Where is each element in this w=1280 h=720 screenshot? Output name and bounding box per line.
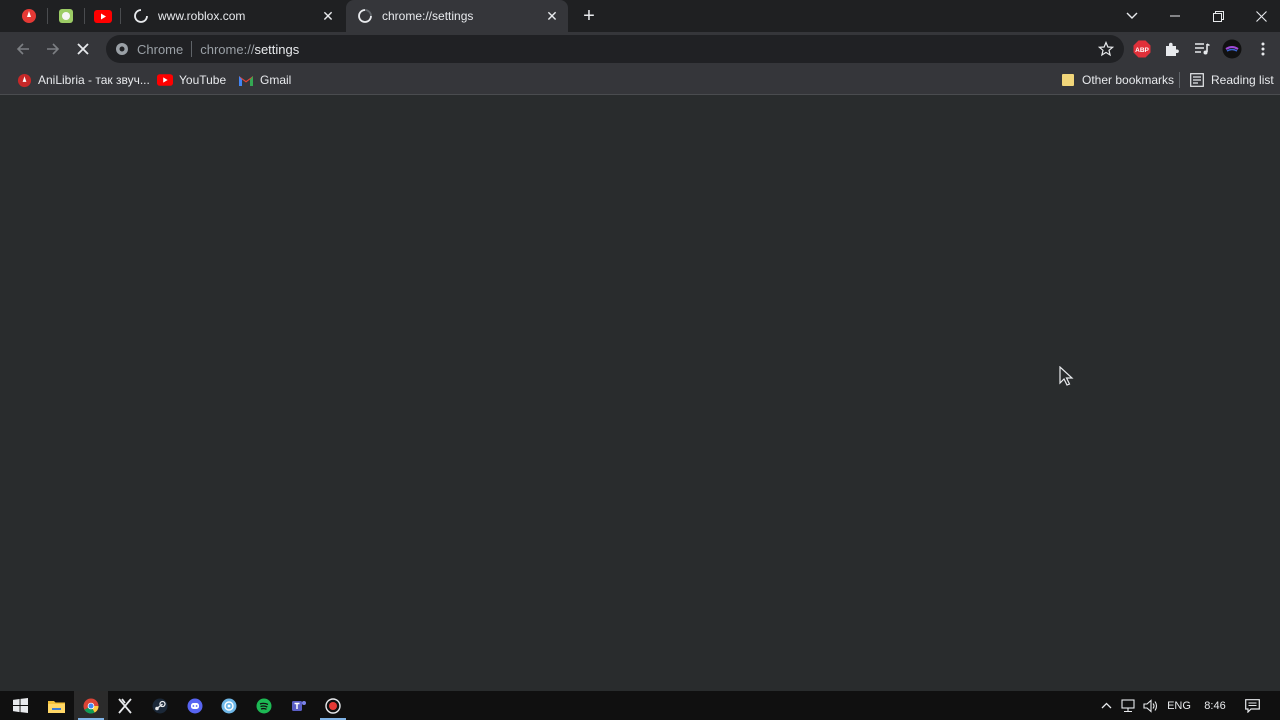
anilibria-icon [16, 72, 32, 88]
reading-list-button[interactable]: Reading list [1189, 71, 1274, 89]
tab-title: chrome://settings [382, 9, 474, 23]
network-icon [1121, 698, 1135, 712]
youtube-icon [157, 72, 173, 88]
profile-button[interactable] [1222, 39, 1242, 59]
app-icon [59, 9, 73, 23]
tab-strip: www.roblox.com ✕ chrome://settings ✕ + [0, 0, 1280, 32]
spotify-button[interactable] [247, 691, 281, 720]
pinned-tab-youtube[interactable] [85, 0, 121, 32]
other-bookmarks-folder[interactable]: Other bookmarks [1060, 71, 1174, 89]
windows-logo-icon [12, 698, 28, 713]
adblock-plus-icon: ABP [1133, 40, 1151, 58]
discord-button[interactable] [178, 691, 212, 720]
extensions-button[interactable] [1162, 39, 1182, 59]
chevron-down-icon [1126, 12, 1138, 19]
back-arrow-icon [16, 43, 29, 55]
minimize-button[interactable] [1153, 0, 1197, 32]
tab-settings[interactable]: chrome://settings ✕ [346, 0, 568, 32]
site-chip: Chrome [137, 41, 184, 57]
volume-tray-icon[interactable] [1141, 691, 1161, 720]
chrome-icon [83, 698, 99, 713]
forward-button[interactable] [41, 37, 65, 61]
teams-icon [292, 700, 306, 711]
chevron-up-icon [1101, 702, 1111, 709]
teams-button[interactable] [282, 691, 316, 720]
other-bookmarks-label: Other bookmarks [1082, 73, 1175, 87]
url-host: settings [254, 41, 300, 57]
tab-roblox[interactable]: www.roblox.com ✕ [122, 0, 344, 32]
bookmark-youtube[interactable]: YouTube [157, 71, 226, 89]
gmail-icon [238, 72, 254, 88]
puzzle-piece-icon [1166, 42, 1179, 56]
youtube-icon [94, 9, 112, 23]
speaker-icon [1143, 698, 1158, 713]
back-button[interactable] [11, 37, 35, 61]
network-tray-icon[interactable] [1118, 691, 1138, 720]
record-icon [325, 697, 341, 714]
folder-icon [1060, 72, 1076, 88]
url-scheme: chrome:// [200, 41, 255, 57]
forward-arrow-icon [47, 43, 60, 55]
omnibox-divider [191, 41, 193, 57]
close-window-button[interactable] [1239, 0, 1280, 32]
playlist-music-icon [1195, 43, 1210, 55]
chrome-taskbar-button[interactable] [74, 691, 108, 720]
start-button[interactable] [3, 691, 37, 720]
chrome-icon [116, 43, 128, 55]
restore-button[interactable] [1196, 0, 1240, 32]
recorder-button[interactable] [316, 691, 350, 720]
restore-icon [1212, 10, 1224, 22]
pinned-tab-app[interactable] [48, 0, 84, 32]
language-indicator[interactable]: ENG [1164, 691, 1194, 720]
bookmarks-divider [1179, 72, 1180, 88]
bookmark-label: AniLibria - так звуч... [38, 73, 150, 87]
close-tab-icon[interactable]: ✕ [318, 6, 338, 26]
pinned-tab-anilibria[interactable] [11, 0, 47, 32]
mouse-cursor-icon [1059, 366, 1074, 386]
stop-button[interactable] [71, 37, 95, 61]
clock[interactable]: 8:46 [1199, 691, 1231, 720]
show-hidden-icons-button[interactable] [1097, 691, 1115, 720]
reading-list-label: Reading list [1211, 73, 1274, 87]
file-explorer-button[interactable] [39, 691, 73, 720]
close-tab-icon[interactable]: ✕ [542, 6, 562, 26]
bookmark-label: YouTube [179, 73, 227, 87]
toolbar: Chrome chrome://settings ABP [0, 32, 1280, 66]
anilibria-icon [22, 9, 36, 23]
discord-icon [187, 698, 203, 713]
bookmarks-bar: AniLibria - так звуч... YouTube Gmail Ot… [0, 66, 1280, 95]
avatar [1222, 39, 1242, 59]
more-vertical-icon [1261, 42, 1265, 56]
close-icon [1255, 10, 1267, 22]
reading-list-icon [1189, 72, 1205, 88]
bookmark-anilibria[interactable]: AniLibria - так звуч... [16, 71, 150, 89]
new-tab-button[interactable]: + [578, 5, 600, 27]
notifications-button[interactable] [1240, 691, 1264, 720]
app-globe-button[interactable] [212, 691, 246, 720]
address-bar[interactable]: Chrome chrome://settings [106, 35, 1124, 63]
chrome-menu-button[interactable] [1253, 39, 1273, 59]
steam-icon [152, 698, 168, 713]
taskbar: ENG 8:46 [0, 691, 1280, 720]
app-x-button[interactable] [108, 691, 142, 720]
steam-button[interactable] [143, 691, 177, 720]
tab-search-button[interactable] [1110, 0, 1154, 32]
loading-spinner-icon [132, 7, 150, 25]
x-logo-icon [118, 697, 132, 714]
loading-spinner-icon [356, 7, 374, 25]
bookmark-gmail[interactable]: Gmail [238, 71, 291, 89]
media-control-button[interactable] [1192, 39, 1212, 59]
action-center-icon [1244, 698, 1260, 713]
page-content [4, 95, 1276, 691]
tab-title: www.roblox.com [158, 9, 246, 23]
minimize-icon [1170, 15, 1180, 17]
stop-x-icon [77, 43, 89, 55]
bookmark-label: Gmail [260, 73, 292, 87]
globe-app-icon [221, 698, 237, 713]
folder-icon [47, 700, 65, 713]
bookmark-star-icon[interactable] [1098, 41, 1114, 57]
adblock-plus-button[interactable]: ABP [1132, 39, 1152, 59]
svg-text:ABP: ABP [1135, 47, 1149, 54]
spotify-icon [256, 698, 272, 713]
